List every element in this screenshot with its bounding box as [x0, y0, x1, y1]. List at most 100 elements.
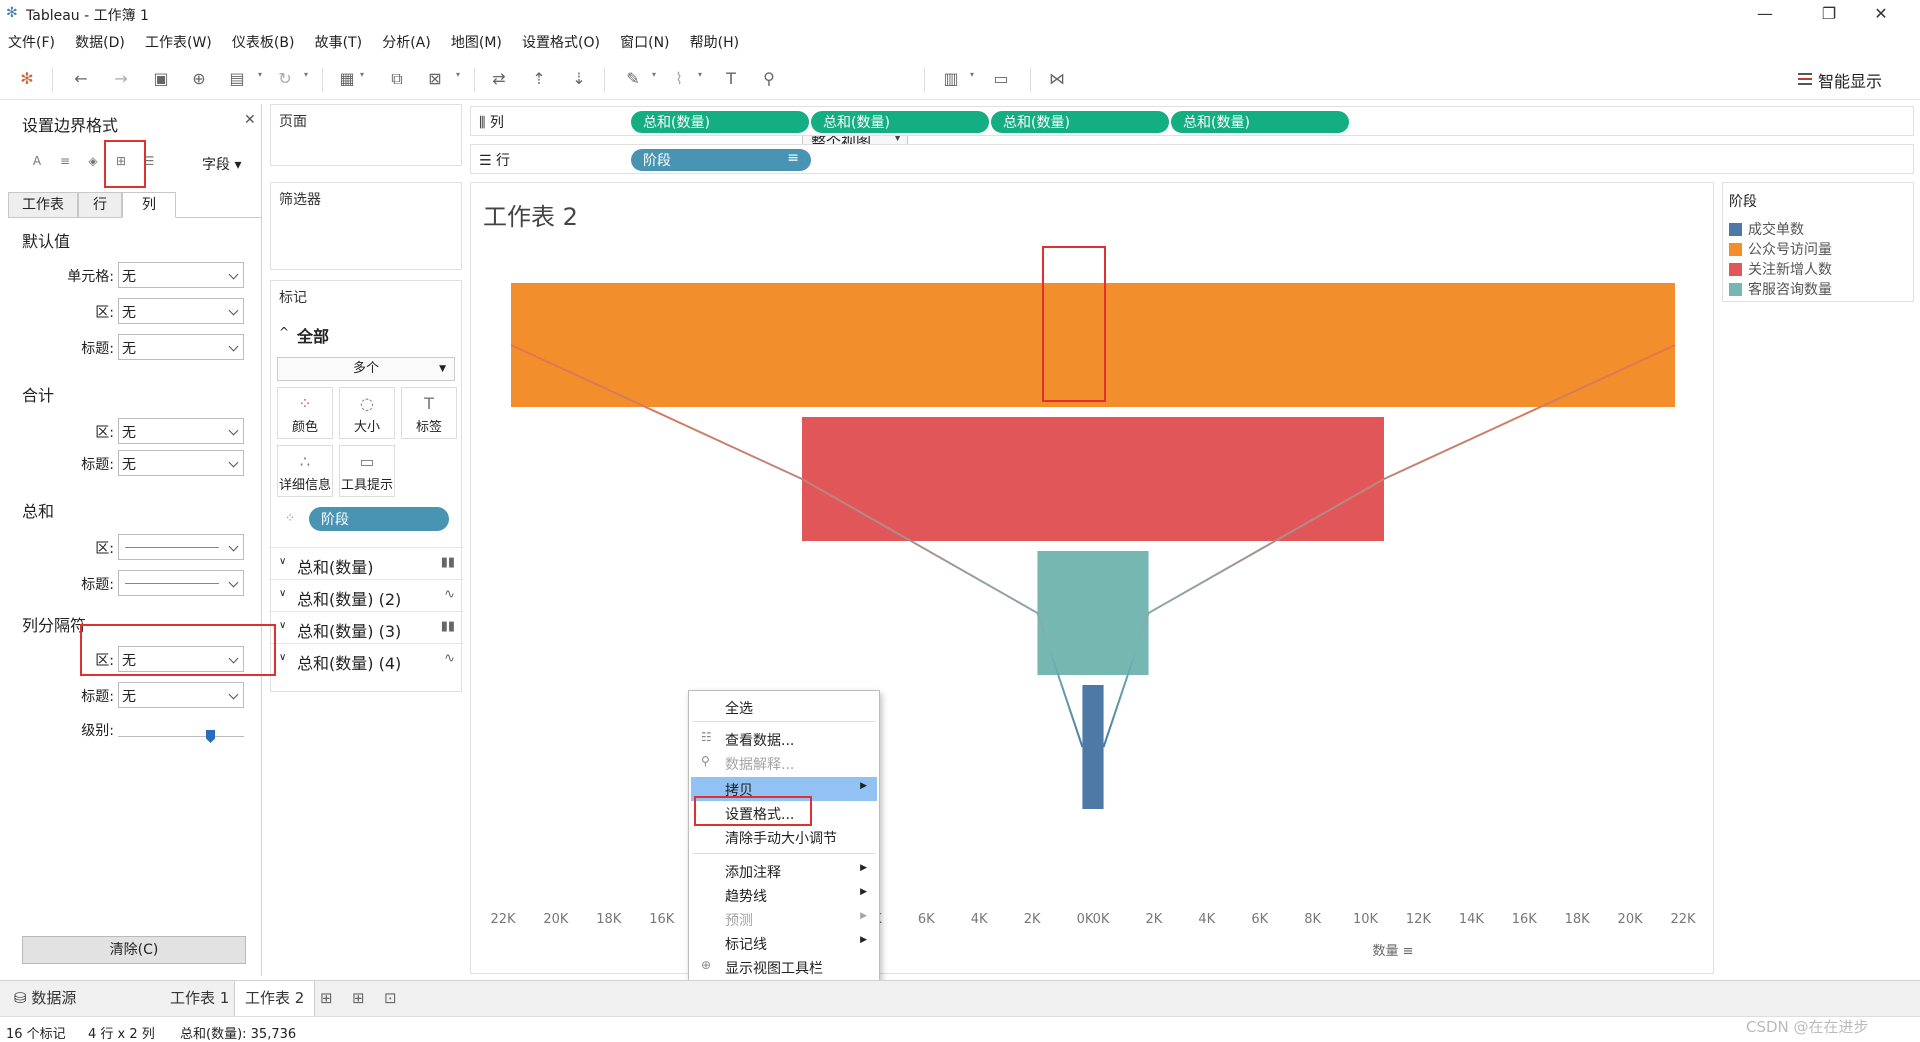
legend-item[interactable]: 客服咨询数量: [1729, 279, 1832, 299]
menu-show-view-toolbar[interactable]: ⊕ 显示视图工具栏: [691, 955, 877, 979]
pause-updates-icon[interactable]: ▤: [226, 68, 248, 90]
swap-icon[interactable]: ⇄: [488, 68, 510, 90]
color-button[interactable]: ⁘ 颜色: [277, 387, 333, 439]
menu-analysis[interactable]: 分析(A): [374, 30, 439, 52]
menu-data[interactable]: 数据(D): [67, 30, 133, 52]
size-button[interactable]: ◌ 大小: [339, 387, 395, 439]
alignment-icon[interactable]: ≡: [56, 154, 74, 168]
font-icon[interactable]: A: [28, 154, 46, 168]
level-slider[interactable]: [118, 728, 244, 744]
label-button[interactable]: T 标签: [401, 387, 457, 439]
sheet-tab-1[interactable]: 工作表 1: [160, 981, 239, 1017]
presentation-mode-icon[interactable]: ▭: [990, 68, 1012, 90]
funnel-bar[interactable]: [802, 417, 1384, 541]
totals-pane-select[interactable]: 无: [118, 418, 244, 444]
filters-card[interactable]: 筛选器: [270, 182, 462, 270]
measure-row-3[interactable]: ∨ 总和(数量) (3) ▮▮: [271, 611, 463, 643]
new-story-icon[interactable]: ⊡: [384, 989, 397, 1007]
collapse-icon[interactable]: ^: [279, 325, 289, 339]
measure-row-1[interactable]: ∨ 总和(数量) ▮▮: [271, 547, 463, 579]
close-icon[interactable]: ✕: [244, 112, 256, 128]
pin-icon[interactable]: ⚲: [758, 68, 780, 90]
pane-border-select[interactable]: 无: [118, 298, 244, 324]
tableau-home-icon[interactable]: ✻: [16, 68, 38, 90]
tab-rows[interactable]: 行: [78, 192, 122, 218]
funnel-bar[interactable]: [1082, 685, 1104, 809]
legend-item[interactable]: 成交单数: [1729, 219, 1804, 239]
menu-annotate[interactable]: 添加注释 ▶: [691, 859, 877, 883]
menu-explain-data[interactable]: ⚲ 数据解释...: [691, 751, 877, 775]
menu-reference-lines[interactable]: 标记线 ▶: [691, 931, 877, 955]
new-worksheet-icon[interactable]: ⊞: [320, 989, 333, 1007]
detail-icon: ∴: [299, 452, 311, 471]
undo-icon[interactable]: ←: [70, 68, 92, 90]
show-me-button[interactable]: 智能显示: [1798, 68, 1882, 92]
measure-row-2[interactable]: ∨ 总和(数量) (2) ∿: [271, 579, 463, 611]
measure-row-4[interactable]: ∨ 总和(数量) (4) ∿: [271, 643, 463, 675]
detail-button[interactable]: ∴ 详细信息: [277, 445, 333, 497]
menu-format[interactable]: 设置格式(O): [514, 30, 608, 52]
menu-dashboard[interactable]: 仪表板(B): [224, 30, 303, 52]
menu-worksheet[interactable]: 工作表(W): [137, 30, 220, 52]
close-button[interactable]: ✕: [1858, 2, 1904, 26]
new-dashboard-icon[interactable]: ⊞: [352, 989, 365, 1007]
axis-title[interactable]: 数量 ≡: [1372, 944, 1413, 959]
new-datasource-icon[interactable]: ⊕: [188, 68, 210, 90]
column-pill-1[interactable]: 总和(数量): [631, 111, 809, 133]
highlight-icon[interactable]: ✎: [622, 68, 644, 90]
shading-icon[interactable]: ◈: [84, 154, 102, 168]
refresh-icon[interactable]: ↻: [274, 68, 296, 90]
columns-label: ⫼ 列: [479, 115, 504, 131]
mark-type-dropdown[interactable]: 多个 ▼: [277, 357, 455, 381]
redo-icon[interactable]: →: [110, 68, 132, 90]
divider-header-select[interactable]: 无: [118, 682, 244, 708]
stage-color-pill[interactable]: 阶段: [309, 507, 449, 531]
menu-trend-lines[interactable]: 趋势线 ▶: [691, 883, 877, 907]
menu-map[interactable]: 地图(M): [443, 30, 510, 52]
menu-clear-manual-sizing[interactable]: 清除手动大小调节: [691, 825, 877, 849]
labels-icon[interactable]: T: [720, 68, 742, 90]
show-cards-icon[interactable]: ▥: [940, 68, 962, 90]
header-border-select[interactable]: 无: [118, 334, 244, 360]
pages-card[interactable]: 页面: [270, 104, 462, 166]
clear-sheet-icon[interactable]: ⊠: [424, 68, 446, 90]
restore-button[interactable]: ❐: [1806, 2, 1852, 26]
menu-story[interactable]: 故事(T): [307, 30, 370, 52]
funnel-bar[interactable]: [1037, 551, 1149, 675]
menu-forecast[interactable]: 预测 ▶: [691, 907, 877, 931]
fields-dropdown[interactable]: 字段 ▾: [202, 154, 241, 174]
legend-item[interactable]: 公众号访问量: [1729, 239, 1832, 259]
rows-shelf[interactable]: ☰ 行 阶段 ≡: [470, 144, 1914, 174]
tab-worksheet[interactable]: 工作表: [8, 192, 78, 218]
sort-ascending-icon[interactable]: ⇡: [528, 68, 550, 90]
menu-select-all[interactable]: 全选: [691, 695, 877, 719]
minimize-button[interactable]: —: [1742, 2, 1788, 26]
format-borders-panel: 设置边界格式 ✕ A ≡ ◈ ⊞ ☰ 字段 ▾ 工作表 行 列 默认值 单元格:…: [0, 104, 262, 976]
sheet-tab-2[interactable]: 工作表 2: [234, 981, 316, 1017]
grand-header-select[interactable]: [118, 570, 244, 596]
tooltip-button[interactable]: ▭ 工具提示: [339, 445, 395, 497]
grand-pane-select[interactable]: [118, 534, 244, 560]
share-icon[interactable]: ⋈: [1046, 68, 1068, 90]
column-pill-4[interactable]: 总和(数量): [1171, 111, 1349, 133]
totals-header-select[interactable]: 无: [118, 450, 244, 476]
row-pill-stage[interactable]: 阶段 ≡: [631, 149, 811, 171]
column-pill-3[interactable]: 总和(数量): [991, 111, 1169, 133]
menu-help[interactable]: 帮助(H): [682, 30, 747, 52]
cell-border-select[interactable]: 无: [118, 262, 244, 288]
menu-view-data[interactable]: ☷ 查看数据...: [691, 727, 877, 751]
slider-thumb[interactable]: [206, 730, 215, 743]
new-worksheet-icon[interactable]: ▦: [336, 68, 358, 90]
menu-window[interactable]: 窗口(N): [612, 30, 677, 52]
tab-columns[interactable]: 列: [122, 192, 176, 218]
sort-descending-icon[interactable]: ⇣: [568, 68, 590, 90]
duplicate-sheet-icon[interactable]: ⧉: [386, 68, 408, 90]
group-icon[interactable]: ⌇: [668, 68, 690, 90]
column-pill-2[interactable]: 总和(数量): [811, 111, 989, 133]
save-icon[interactable]: ▣: [150, 68, 172, 90]
clear-button[interactable]: 清除(C): [22, 936, 246, 964]
menu-file[interactable]: 文件(F): [0, 30, 63, 52]
columns-shelf[interactable]: ⫼ 列 总和(数量) 总和(数量) 总和(数量) 总和(数量): [470, 106, 1914, 136]
legend-item[interactable]: 关注新增人数: [1729, 259, 1832, 279]
datasource-tab[interactable]: ⛁ 数据源: [4, 981, 86, 1017]
